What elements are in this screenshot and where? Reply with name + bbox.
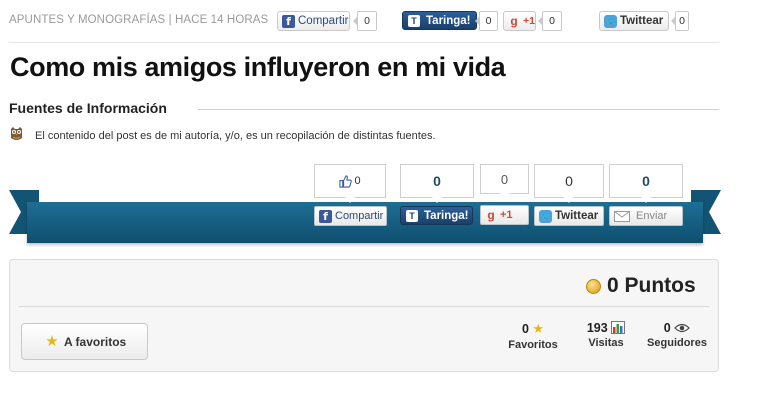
points-total: 0 Puntos [607,274,696,297]
star-plus-icon: ★ [45,332,59,350]
email-ribbon-count: 0 [642,173,650,189]
ribbon-twitter-label: Twittear [555,210,599,222]
ribbon-email-label: Enviar [636,210,668,222]
like-count: 0 [354,175,361,187]
taringa-icon: T [408,14,420,27]
facebook-share-label: Compartir [298,15,349,27]
twitter-share-count: 0 [671,11,689,31]
visits-count: 193 [586,321,608,335]
followers-stat: 0 Seguidores [643,321,711,349]
gplus-icon: g [510,14,518,28]
ribbon-twitter-button[interactable]: 🐦 Twittear [534,206,604,226]
post-meta-bar: APUNTES Y MONOGRAFÍAS | HACE 14 HORAS f … [9,9,719,35]
ribbon-gplus-button[interactable]: g +1 [480,205,529,225]
gplus-label: +1 [523,15,535,27]
gplus-icon: g [487,208,495,222]
ribbon-taringa-button[interactable]: T Taringa! [400,206,473,225]
share-ribbon: 0 0 0 0 0 f Compartir T Taringa! g +1 🐦 … [9,164,721,244]
sources-text: El contenido del post es de mi autoría, … [35,130,436,142]
add-favorites-button[interactable]: ★ A favoritos [21,323,148,360]
gplus-ribbon-count: 0 [500,171,509,187]
taringa-share-button[interactable]: T Taringa! [402,11,477,30]
post-meta-text: APUNTES Y MONOGRAFÍAS | HACE 14 HORAS [9,14,269,26]
email-count-box: 0 [609,164,683,203]
envelope-icon [614,210,630,222]
stats-divider [19,306,709,307]
ribbon-email-button[interactable]: Enviar [609,206,683,226]
favorites-label: Favoritos [508,339,558,351]
taringa-count-box: 0 [400,164,474,203]
like-count-box[interactable]: 0 [314,164,386,203]
post-stats-panel: 0 Puntos ★ A favoritos 0 ★ Favoritos 193… [9,259,719,372]
ribbon-facebook-label: Compartir [335,210,384,222]
twitter-ribbon-count: 0 [565,173,573,189]
twitter-share-label: Twittear [620,15,664,27]
visits-stat: 193 Visitas [578,321,634,349]
add-favorites-label: A favoritos [64,334,127,349]
facebook-share-count: 0 [353,11,377,31]
gplus-count-box: 0 [480,164,529,199]
coin-icon [586,279,601,294]
ribbon-gplus-label: +1 [500,209,513,221]
gplus-button[interactable]: g +1 [503,11,536,31]
sources-heading: Fuentes de Información [9,100,167,116]
bar-chart-icon [611,321,626,334]
taringa-share-count: 0 [475,11,498,31]
gplus-count: 0 [538,11,562,31]
owl-icon [11,127,22,140]
star-icon: ★ [532,321,545,336]
taringa-share-label: Taringa! [426,14,471,27]
favorites-stat: 0 ★ Favoritos [506,321,560,351]
facebook-icon: f [282,14,295,28]
followers-count: 0 [663,321,671,335]
favorites-count: 0 [521,322,529,336]
eye-icon [674,323,691,333]
ribbon-taringa-label: Taringa! [424,209,469,222]
facebook-icon: f [319,209,332,223]
twitter-icon: 🐦 [604,14,617,28]
followers-label: Seguidores [647,337,707,349]
twitter-share-button[interactable]: 🐦 Twittear [599,11,669,31]
ribbon-facebook-button[interactable]: f Compartir [314,206,387,226]
taringa-ribbon-count: 0 [433,173,441,189]
twitter-icon: 🐦 [539,209,552,223]
post-title: Como mis amigos influyeron en mi vida [10,52,506,82]
thumbs-up-icon [339,174,353,188]
facebook-share-button[interactable]: f Compartir [277,11,350,31]
twitter-count-box: 0 [534,164,604,203]
header-divider [9,42,719,43]
visits-label: Visitas [588,337,624,349]
taringa-icon: T [406,209,418,222]
sources-divider [198,109,719,110]
